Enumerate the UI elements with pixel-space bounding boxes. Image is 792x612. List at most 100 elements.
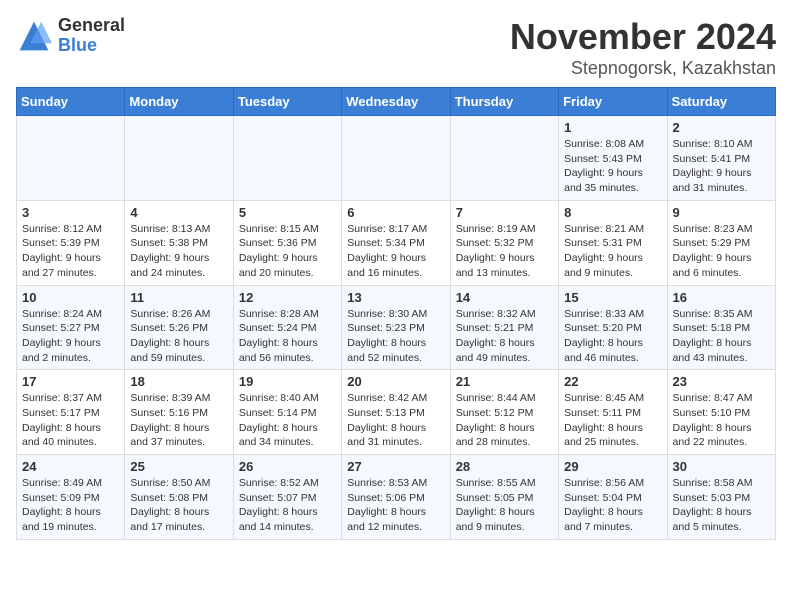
calendar-cell xyxy=(342,116,450,201)
day-info: Sunrise: 8:44 AMSunset: 5:12 PMDaylight:… xyxy=(456,391,553,450)
calendar-cell: 13 Sunrise: 8:30 AMSunset: 5:23 PMDayligh… xyxy=(342,285,450,370)
calendar-body: 1 Sunrise: 8:08 AMSunset: 5:43 PMDaylight… xyxy=(17,116,776,540)
day-info: Sunrise: 8:08 AMSunset: 5:43 PMDaylight:… xyxy=(564,137,661,196)
calendar-cell: 5 Sunrise: 8:15 AMSunset: 5:36 PMDaylight… xyxy=(233,200,341,285)
calendar-header-cell: Monday xyxy=(125,88,233,116)
calendar-cell: 16 Sunrise: 8:35 AMSunset: 5:18 PMDayligh… xyxy=(667,285,775,370)
day-info: Sunrise: 8:53 AMSunset: 5:06 PMDaylight:… xyxy=(347,476,444,535)
day-info: Sunrise: 8:23 AMSunset: 5:29 PMDaylight:… xyxy=(673,222,770,281)
calendar-cell: 25 Sunrise: 8:50 AMSunset: 5:08 PMDayligh… xyxy=(125,455,233,540)
location-title: Stepnogorsk, Kazakhstan xyxy=(510,58,776,79)
month-title: November 2024 xyxy=(510,16,776,58)
calendar-cell: 28Sunrise: 8:55 AMSunset: 5:05 PMDayligh… xyxy=(450,455,558,540)
day-number: 7 xyxy=(456,205,553,220)
day-number: 6 xyxy=(347,205,444,220)
day-number: 12 xyxy=(239,290,336,305)
day-number: 24 xyxy=(22,459,119,474)
calendar-header-cell: Friday xyxy=(559,88,667,116)
day-number: 19 xyxy=(239,374,336,389)
day-number: 11 xyxy=(130,290,227,305)
day-number: 16 xyxy=(673,290,770,305)
calendar-header-cell: Sunday xyxy=(17,88,125,116)
day-info: Sunrise: 8:12 AMSunset: 5:39 PMDaylight:… xyxy=(22,222,119,281)
day-info: Sunrise: 8:50 AMSunset: 5:08 PMDaylight:… xyxy=(130,476,227,535)
calendar-header-cell: Saturday xyxy=(667,88,775,116)
logo-blue-label: Blue xyxy=(58,36,125,56)
calendar-week-row: 1 Sunrise: 8:08 AMSunset: 5:43 PMDaylight… xyxy=(17,116,776,201)
day-info: Sunrise: 8:17 AMSunset: 5:34 PMDaylight:… xyxy=(347,222,444,281)
day-info: Sunrise: 8:40 AMSunset: 5:14 PMDaylight:… xyxy=(239,391,336,450)
calendar-cell xyxy=(450,116,558,201)
calendar-cell: 15 Sunrise: 8:33 AMSunset: 5:20 PMDayligh… xyxy=(559,285,667,370)
logo-icon xyxy=(16,18,52,54)
calendar-cell: 24Sunrise: 8:49 AMSunset: 5:09 PMDayligh… xyxy=(17,455,125,540)
day-number: 27 xyxy=(347,459,444,474)
day-number: 22 xyxy=(564,374,661,389)
day-info: Sunrise: 8:35 AMSunset: 5:18 PMDaylight:… xyxy=(673,307,770,366)
day-info: Sunrise: 8:47 AMSunset: 5:10 PMDaylight:… xyxy=(673,391,770,450)
calendar-header-cell: Thursday xyxy=(450,88,558,116)
calendar-table: SundayMondayTuesdayWednesdayThursdayFrid… xyxy=(16,87,776,540)
day-number: 17 xyxy=(22,374,119,389)
day-info: Sunrise: 8:15 AMSunset: 5:36 PMDaylight:… xyxy=(239,222,336,281)
calendar-cell: 6 Sunrise: 8:17 AMSunset: 5:34 PMDaylight… xyxy=(342,200,450,285)
logo-text: General Blue xyxy=(58,16,125,56)
logo: General Blue xyxy=(16,16,125,56)
calendar-cell: 27 Sunrise: 8:53 AMSunset: 5:06 PMDayligh… xyxy=(342,455,450,540)
day-number: 18 xyxy=(130,374,227,389)
calendar-cell: 8 Sunrise: 8:21 AMSunset: 5:31 PMDaylight… xyxy=(559,200,667,285)
day-number: 1 xyxy=(564,120,661,135)
calendar-cell xyxy=(233,116,341,201)
day-info: Sunrise: 8:30 AMSunset: 5:23 PMDaylight:… xyxy=(347,307,444,366)
day-info: Sunrise: 8:39 AMSunset: 5:16 PMDaylight:… xyxy=(130,391,227,450)
day-info: Sunrise: 8:52 AMSunset: 5:07 PMDaylight:… xyxy=(239,476,336,535)
day-info: Sunrise: 8:42 AMSunset: 5:13 PMDaylight:… xyxy=(347,391,444,450)
day-number: 2 xyxy=(673,120,770,135)
day-info: Sunrise: 8:56 AMSunset: 5:04 PMDaylight:… xyxy=(564,476,661,535)
calendar-cell: 11 Sunrise: 8:26 AMSunset: 5:26 PMDayligh… xyxy=(125,285,233,370)
calendar-week-row: 24Sunrise: 8:49 AMSunset: 5:09 PMDayligh… xyxy=(17,455,776,540)
day-info: Sunrise: 8:33 AMSunset: 5:20 PMDaylight:… xyxy=(564,307,661,366)
calendar-cell: 30 Sunrise: 8:58 AMSunset: 5:03 PMDayligh… xyxy=(667,455,775,540)
day-info: Sunrise: 8:24 AMSunset: 5:27 PMDaylight:… xyxy=(22,307,119,366)
calendar-cell: 12 Sunrise: 8:28 AMSunset: 5:24 PMDayligh… xyxy=(233,285,341,370)
calendar-cell: 18 Sunrise: 8:39 AMSunset: 5:16 PMDayligh… xyxy=(125,370,233,455)
day-info: Sunrise: 8:58 AMSunset: 5:03 PMDaylight:… xyxy=(673,476,770,535)
day-number: 28 xyxy=(456,459,553,474)
day-number: 26 xyxy=(239,459,336,474)
calendar-cell: 10Sunrise: 8:24 AMSunset: 5:27 PMDayligh… xyxy=(17,285,125,370)
day-number: 8 xyxy=(564,205,661,220)
calendar-cell: 22Sunrise: 8:45 AMSunset: 5:11 PMDayligh… xyxy=(559,370,667,455)
calendar-cell: 29Sunrise: 8:56 AMSunset: 5:04 PMDayligh… xyxy=(559,455,667,540)
day-number: 15 xyxy=(564,290,661,305)
calendar-week-row: 10Sunrise: 8:24 AMSunset: 5:27 PMDayligh… xyxy=(17,285,776,370)
day-number: 9 xyxy=(673,205,770,220)
calendar-cell: 7Sunrise: 8:19 AMSunset: 5:32 PMDaylight… xyxy=(450,200,558,285)
day-info: Sunrise: 8:28 AMSunset: 5:24 PMDaylight:… xyxy=(239,307,336,366)
calendar-week-row: 3Sunrise: 8:12 AMSunset: 5:39 PMDaylight… xyxy=(17,200,776,285)
calendar-cell: 17Sunrise: 8:37 AMSunset: 5:17 PMDayligh… xyxy=(17,370,125,455)
day-number: 30 xyxy=(673,459,770,474)
calendar-week-row: 17Sunrise: 8:37 AMSunset: 5:17 PMDayligh… xyxy=(17,370,776,455)
calendar-cell: 26 Sunrise: 8:52 AMSunset: 5:07 PMDayligh… xyxy=(233,455,341,540)
day-info: Sunrise: 8:21 AMSunset: 5:31 PMDaylight:… xyxy=(564,222,661,281)
day-number: 5 xyxy=(239,205,336,220)
day-number: 4 xyxy=(130,205,227,220)
calendar-cell: 2Sunrise: 8:10 AMSunset: 5:41 PMDaylight… xyxy=(667,116,775,201)
day-number: 20 xyxy=(347,374,444,389)
logo-general-label: General xyxy=(58,16,125,36)
calendar-cell: 14Sunrise: 8:32 AMSunset: 5:21 PMDayligh… xyxy=(450,285,558,370)
calendar-cell xyxy=(125,116,233,201)
day-number: 25 xyxy=(130,459,227,474)
calendar-cell: 1 Sunrise: 8:08 AMSunset: 5:43 PMDaylight… xyxy=(559,116,667,201)
day-number: 23 xyxy=(673,374,770,389)
calendar-cell: 20 Sunrise: 8:42 AMSunset: 5:13 PMDayligh… xyxy=(342,370,450,455)
calendar-cell: 23 Sunrise: 8:47 AMSunset: 5:10 PMDayligh… xyxy=(667,370,775,455)
day-info: Sunrise: 8:13 AMSunset: 5:38 PMDaylight:… xyxy=(130,222,227,281)
calendar-header-cell: Wednesday xyxy=(342,88,450,116)
day-info: Sunrise: 8:26 AMSunset: 5:26 PMDaylight:… xyxy=(130,307,227,366)
title-area: November 2024 Stepnogorsk, Kazakhstan xyxy=(510,16,776,79)
calendar-cell: 9 Sunrise: 8:23 AMSunset: 5:29 PMDaylight… xyxy=(667,200,775,285)
day-number: 13 xyxy=(347,290,444,305)
calendar-cell xyxy=(17,116,125,201)
